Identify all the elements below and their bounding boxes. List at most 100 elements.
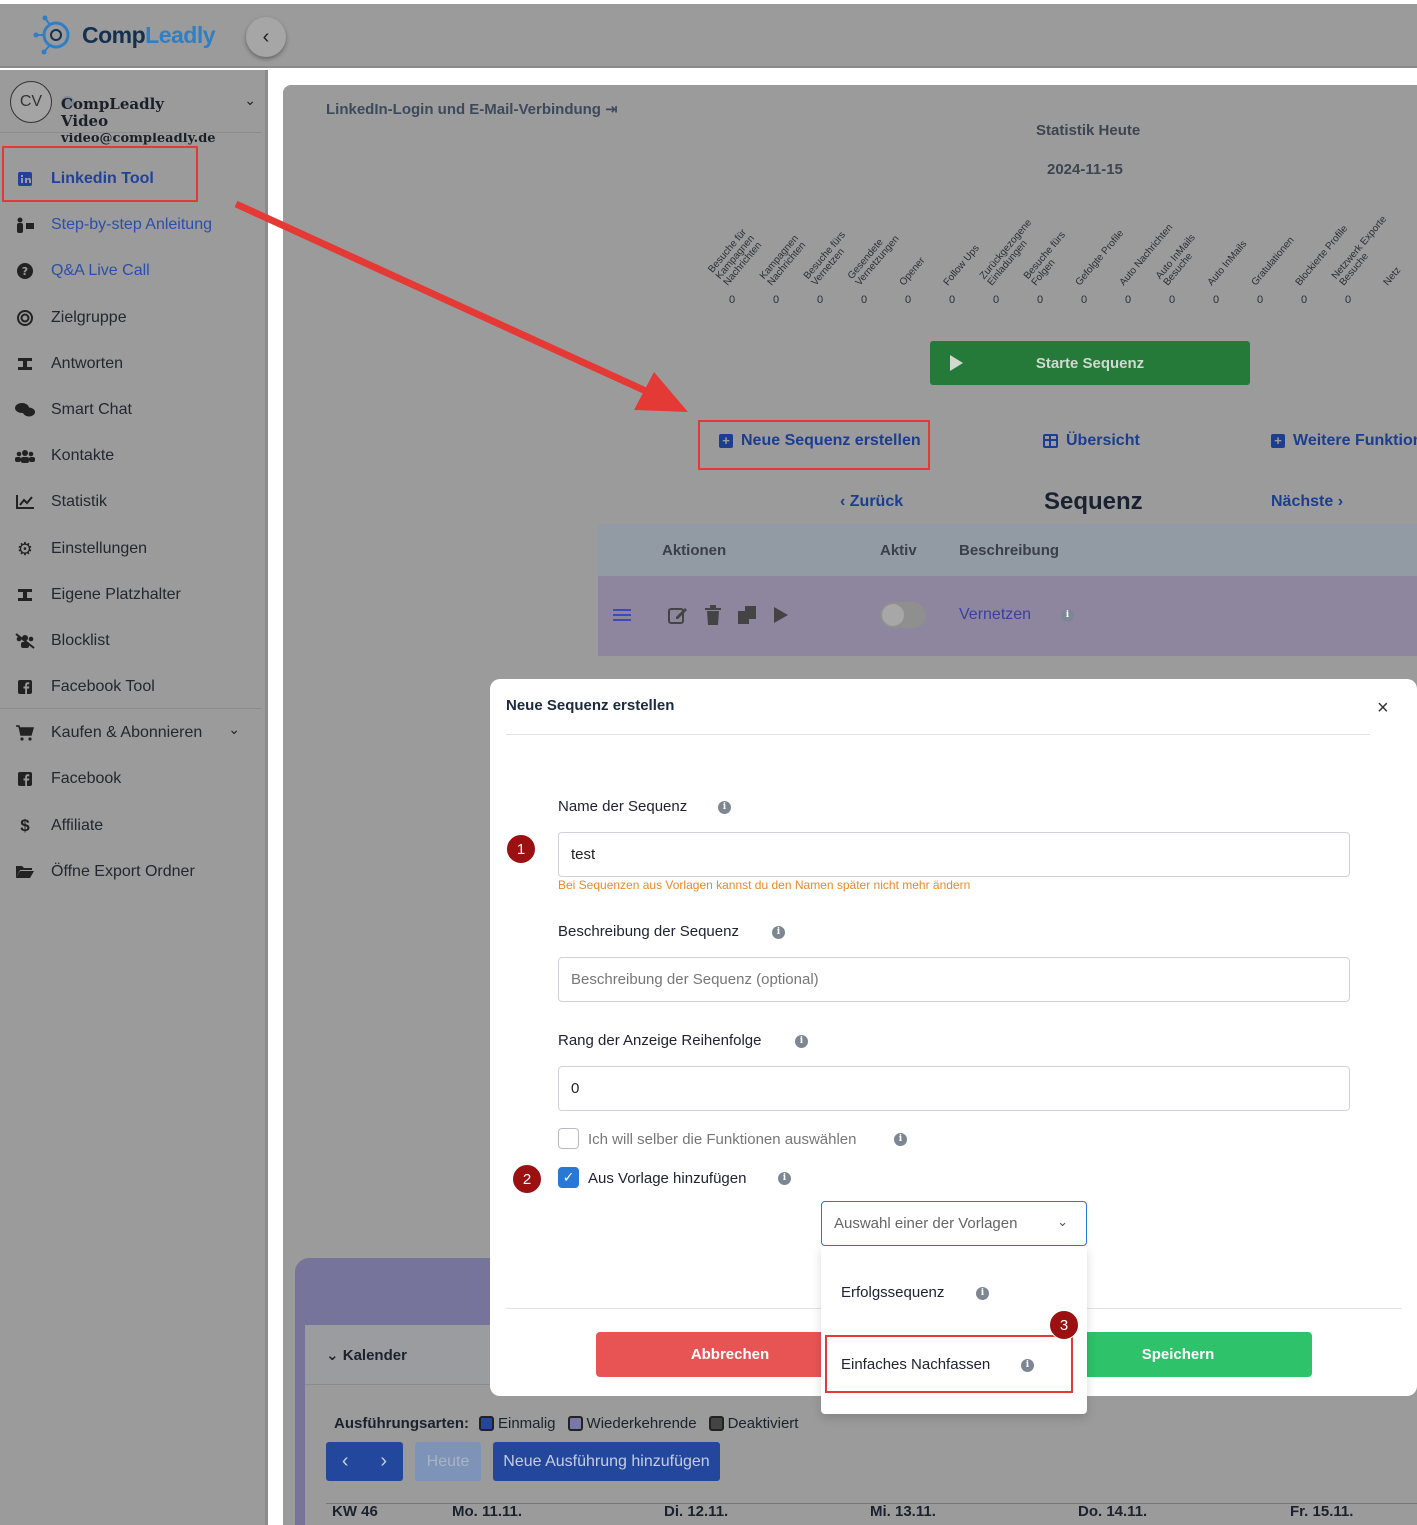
info-icon[interactable]: i: [1061, 609, 1074, 622]
sidebar-item-step-by-step[interactable]: Step-by-step Anleitung: [0, 205, 262, 245]
stat-value: 0: [728, 294, 736, 306]
stat-label: Besuche fürs Folgen: [1022, 230, 1076, 288]
day-header: Di. 12.11.: [664, 1503, 729, 1520]
annotation-highlight-linkedin: [2, 146, 198, 202]
back-button[interactable]: ‹ Zurück: [840, 493, 903, 511]
rank-input[interactable]: [558, 1066, 1350, 1111]
user-menu[interactable]: CV CompLeadly Video video@compleadly.de …: [10, 80, 260, 146]
chevron-right-icon[interactable]: ›: [380, 1450, 387, 1473]
annotation-highlight-new-sequence: [698, 420, 930, 470]
trash-icon[interactable]: [704, 605, 722, 630]
sidebar-item-statistik[interactable]: Statistik: [0, 482, 262, 522]
question-icon: ?: [14, 260, 36, 282]
chat-icon: [14, 399, 36, 421]
header-actions: Aktionen: [662, 542, 727, 559]
next-button[interactable]: Nächste ›: [1271, 493, 1343, 511]
stat-column: Kampagnen Nachrichten 0: [758, 206, 810, 306]
login-connection-link[interactable]: LinkedIn-Login und E-Mail-Verbindung ⇥: [326, 100, 618, 118]
sidebar-item-qa-live-call[interactable]: ? Q&A Live Call: [0, 251, 262, 291]
start-sequence-button[interactable]: Starte Sequenz: [930, 341, 1250, 385]
custom-functions-checkbox[interactable]: [558, 1128, 579, 1149]
more-functions-button[interactable]: + Weitere Funktion: [1271, 432, 1417, 450]
sequence-description-input[interactable]: [558, 957, 1350, 1002]
sequence-table-header: Aktionen Aktiv Beschreibung: [598, 524, 1417, 576]
sidebar-item-smart-chat[interactable]: Smart Chat: [0, 390, 262, 430]
gear-icon: ⚙: [16, 538, 34, 559]
sidebar-item-kontakte[interactable]: Kontakte: [0, 436, 262, 476]
template-option-erfolgssequenz[interactable]: Erfolgssequenz: [841, 1284, 944, 1301]
info-icon[interactable]: i: [976, 1287, 989, 1300]
add-execution-button[interactable]: Neue Ausführung hinzufügen: [493, 1442, 720, 1481]
execution-types: Ausführungsarten: Einmalig Wiederkehrend…: [334, 1415, 799, 1432]
chart-icon: [14, 491, 36, 513]
sidebar-item-einstellungen[interactable]: ⚙ Einstellungen: [0, 529, 262, 569]
table-icon: [1043, 434, 1058, 448]
brand-logo[interactable]: CompLeadly: [32, 14, 216, 56]
stat-label: Netz: [1382, 265, 1404, 288]
chevron-left-icon[interactable]: ‹: [342, 1450, 349, 1473]
chevron-down-icon: ⌄: [228, 721, 240, 737]
stat-column: Auto Nachrichten 0: [1118, 206, 1176, 306]
chevron-left-icon: ‹: [262, 25, 270, 48]
check-icon: ✓: [562, 1169, 575, 1185]
sidebar-item-antworten[interactable]: Antworten: [0, 344, 262, 384]
day-header: Mi. 13.11.: [870, 1503, 936, 1520]
stat-value: 0: [860, 294, 868, 306]
description-label: Beschreibung der Sequenz: [558, 923, 739, 940]
sidebar-item-facebook-tool[interactable]: Facebook Tool: [0, 667, 262, 707]
stat-column: Gesendete Vernetzungen 0: [846, 206, 902, 306]
today-button[interactable]: Heute: [415, 1442, 481, 1481]
info-icon[interactable]: i: [795, 1035, 808, 1048]
row-description: Vernetzen: [959, 606, 1032, 623]
info-icon[interactable]: i: [718, 801, 731, 814]
svg-text:?: ?: [22, 265, 28, 278]
stat-value: 0: [948, 294, 956, 306]
edit-icon[interactable]: [668, 605, 688, 630]
sidebar-item-kaufen-abonnieren[interactable]: Kaufen & Abonnieren ⌄: [0, 713, 262, 753]
from-template-label: Aus Vorlage hinzufügen: [588, 1170, 747, 1187]
from-template-checkbox[interactable]: ✓: [558, 1167, 579, 1188]
stat-column: Netz: [1382, 206, 1417, 306]
stat-value: 0: [1124, 294, 1132, 306]
block-users-icon: [14, 630, 36, 652]
stat-label: Opener: [898, 255, 928, 288]
calendar-title[interactable]: ⌄ Kalender: [326, 1346, 407, 1364]
sidebar-item-blocklist[interactable]: Blocklist: [0, 621, 262, 661]
stat-label: Gesendete Vernetzungen: [846, 228, 902, 288]
info-icon[interactable]: i: [772, 926, 785, 939]
template-select[interactable]: Auswahl einer der Vorlagen ⌄: [821, 1201, 1087, 1246]
sidebar-item-export-ordner[interactable]: Öffne Export Ordner: [0, 852, 262, 892]
custom-functions-label: Ich will selber die Funktionen auswählen: [588, 1131, 857, 1148]
sequence-name-input[interactable]: [558, 832, 1350, 877]
stat-label: Gratulationen: [1250, 235, 1297, 288]
sidebar-item-eigene-platzhalter[interactable]: Eigene Platzhalter: [0, 575, 262, 615]
step-badge-3: 3: [1049, 1310, 1079, 1340]
sidebar-collapse-button[interactable]: ‹: [246, 17, 286, 57]
avatar: CV: [10, 81, 52, 123]
copy-icon[interactable]: [737, 605, 757, 630]
stat-label: Auto InMails: [1205, 238, 1250, 288]
sidebar-item-affiliate[interactable]: $ Affiliate: [0, 806, 262, 846]
overview-button[interactable]: Übersicht: [1043, 432, 1140, 450]
chevron-right-icon: ›: [1333, 493, 1344, 510]
stat-column: Gratulationen 0: [1250, 206, 1297, 306]
drag-handle-icon[interactable]: [613, 607, 631, 628]
play-icon[interactable]: [773, 606, 789, 629]
cart-icon: [14, 722, 36, 744]
sign-in-icon: ⇥: [605, 101, 618, 118]
sidebar-item-zielgruppe[interactable]: Zielgruppe: [0, 298, 262, 338]
day-header: Do. 14.11.: [1078, 1503, 1148, 1520]
chevron-down-icon: ⌄: [1057, 1214, 1068, 1229]
stat-label-line: Auto InMails: [1205, 238, 1250, 288]
logo-icon: [33, 15, 70, 55]
close-icon[interactable]: ×: [1377, 697, 1389, 720]
info-icon[interactable]: i: [894, 1133, 907, 1146]
calendar-nav: ‹ ›: [326, 1442, 403, 1481]
header-description: Beschreibung: [959, 542, 1060, 559]
stat-column: Besuche für Kampagnen Nachrichten 0: [706, 206, 766, 306]
active-toggle[interactable]: [880, 602, 926, 628]
sidebar-item-facebook[interactable]: Facebook: [0, 759, 262, 799]
info-icon[interactable]: i: [778, 1172, 791, 1185]
legend-disabled-swatch: [708, 1416, 724, 1431]
annotation-highlight-option: [825, 1335, 1073, 1393]
